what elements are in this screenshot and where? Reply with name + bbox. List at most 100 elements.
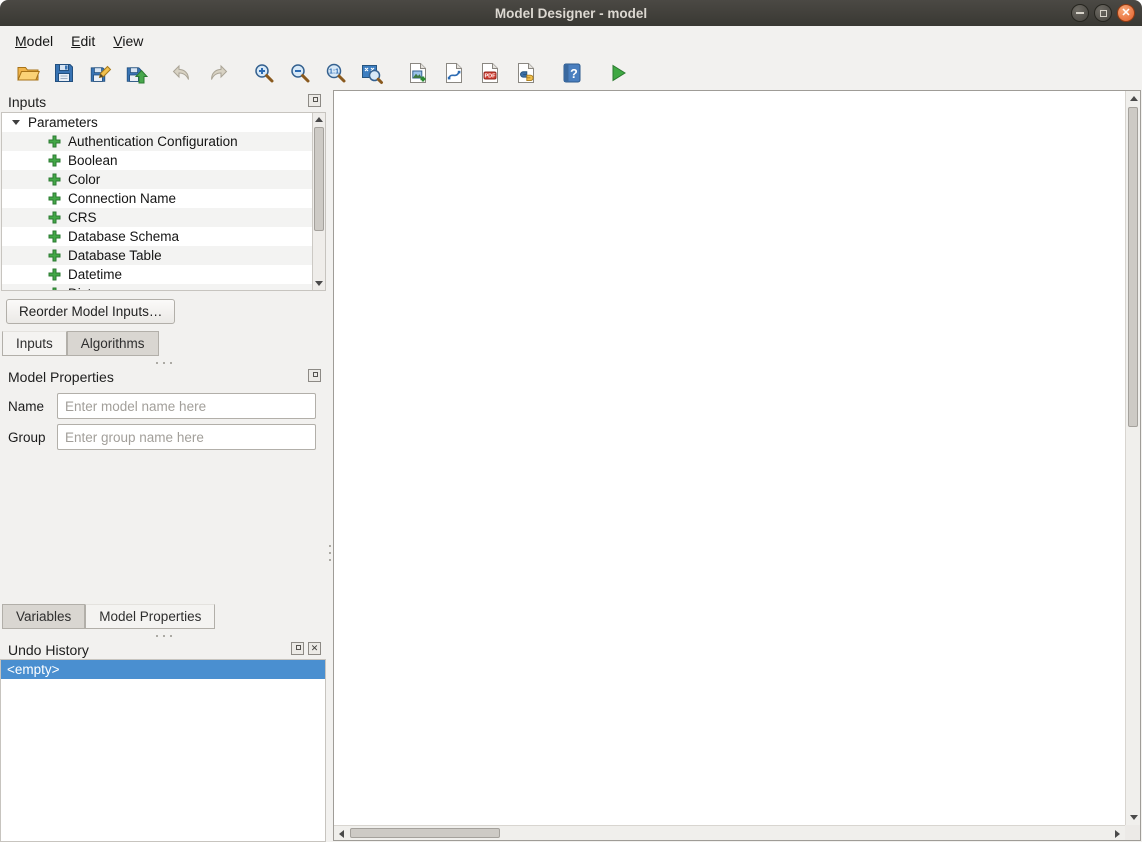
tab-algorithms[interactable]: Algorithms [67,331,159,356]
undo-button[interactable] [168,59,196,87]
zoom-out-icon [288,61,312,85]
scroll-right-arrow[interactable] [1110,826,1125,841]
model-canvas[interactable] [333,90,1141,841]
chevron-down-icon[interactable] [12,120,20,125]
undo-history-item[interactable]: <empty> [1,660,325,679]
scroll-up-arrow[interactable] [1126,91,1141,106]
save-model-as-button[interactable] [86,59,114,87]
properties-float-button[interactable] [308,369,321,382]
tree-item[interactable]: Connection Name [2,189,325,208]
scroll-down-arrow[interactable] [313,277,325,290]
export-svg-icon [442,61,466,85]
tree-item-label: Color [68,172,100,187]
splitter-dot [163,362,165,364]
splitter-dot [329,552,331,554]
float-icon [296,645,301,650]
inputs-dock-tabbar: Inputs Algorithms [2,331,159,356]
close-button[interactable]: ✕ [1117,4,1135,22]
scroll-up-arrow[interactable] [313,113,325,126]
help-icon: ? [560,61,584,85]
run-model-button[interactable] [604,59,632,87]
tree-item-label: CRS [68,210,97,225]
reorder-model-inputs-button[interactable]: Reorder Model Inputs… [6,299,175,324]
tab-model-properties[interactable]: Model Properties [85,604,215,629]
zoom-actual-size-button[interactable]: 1:1 [322,59,350,87]
parameter-plus-icon [48,287,61,291]
inputs-float-button[interactable] [308,94,321,107]
tree-item[interactable]: Datetime [2,265,325,284]
model-group-input[interactable] [57,424,316,450]
export-as-image-button[interactable] [404,59,432,87]
tree-item[interactable]: Distance [2,284,325,291]
toolbar-run-group [604,59,632,87]
scrollbar-thumb[interactable] [314,127,324,231]
tree-item[interactable]: Color [2,170,325,189]
undo-dock-title: Undo History [8,642,89,658]
model-name-input[interactable] [57,393,316,419]
tree-item[interactable]: Boolean [2,151,325,170]
inputs-tree-rows: Parameters Authentication Configuration … [2,113,325,291]
titlebar[interactable]: Model Designer - model ✕ [0,0,1142,26]
parameter-plus-icon [48,135,61,148]
splitter-dot [170,635,172,637]
name-label: Name [8,399,57,414]
tree-item-label: Boolean [68,153,118,168]
tree-item-parameters[interactable]: Parameters [2,113,325,132]
redo-button[interactable] [204,59,232,87]
parameter-plus-icon [48,249,61,262]
export-script-icon [514,61,538,85]
tab-variables[interactable]: Variables [2,604,85,629]
floppy-save-in-project-icon [124,61,148,85]
tab-inputs[interactable]: Inputs [2,331,67,356]
svg-text:1:1: 1:1 [329,69,339,76]
minimize-button[interactable] [1071,4,1089,22]
scrollbar-corner [1125,825,1140,840]
canvas-horizontal-scrollbar[interactable] [334,825,1125,840]
tree-item[interactable]: Database Table [2,246,325,265]
undo-close-button[interactable]: ✕ [308,642,321,655]
export-as-script-button[interactable] [512,59,540,87]
undo-dock-buttons: ✕ [291,642,321,655]
export-as-svg-button[interactable] [440,59,468,87]
canvas-vertical-scrollbar[interactable] [1125,91,1140,825]
zoom-out-button[interactable] [286,59,314,87]
menu-view[interactable]: View [104,28,152,54]
menu-edit[interactable]: Edit [62,28,104,54]
inputs-dock-header: Inputs [0,92,327,111]
menubar: Model Edit View [0,26,1142,56]
maximize-button[interactable] [1094,4,1112,22]
tree-item[interactable]: CRS [2,208,325,227]
undo-history-list[interactable]: <empty> [0,659,326,842]
horizontal-splitter-handle[interactable] [0,633,327,638]
tree-item[interactable]: Database Schema [2,227,325,246]
parameter-plus-icon [48,230,61,243]
zoom-in-icon [252,61,276,85]
inputs-tree[interactable]: Parameters Authentication Configuration … [1,112,326,291]
scrollbar-thumb[interactable] [1128,107,1138,427]
zoom-full-extent-button[interactable] [358,59,386,87]
export-as-pdf-button[interactable]: PDF [476,59,504,87]
toolbar-export-group: PDF [404,59,540,87]
float-icon [313,97,318,102]
splitter-dot [329,559,331,561]
scroll-down-arrow[interactable] [1126,810,1141,825]
properties-dock-tabbar: Variables Model Properties [2,604,215,629]
properties-dock-header: Model Properties [0,367,327,386]
scroll-left-arrow[interactable] [334,826,349,841]
horizontal-splitter-handle[interactable] [0,360,327,365]
menu-model[interactable]: Model [6,28,62,54]
tree-item-label: Distance [68,286,121,291]
tree-item-label: Connection Name [68,191,176,206]
save-model-in-project-button[interactable] [122,59,150,87]
zoom-in-button[interactable] [250,59,278,87]
scrollbar-thumb[interactable] [350,828,500,838]
splitter-dot [163,635,165,637]
open-model-button[interactable] [14,59,42,87]
undo-float-button[interactable] [291,642,304,655]
edit-model-help-button[interactable]: ? [558,59,586,87]
save-model-button[interactable] [50,59,78,87]
inputs-tree-scrollbar[interactable] [312,113,325,290]
parameter-plus-icon [48,268,61,281]
vertical-splitter-handle[interactable] [327,90,332,842]
tree-item[interactable]: Authentication Configuration [2,132,325,151]
